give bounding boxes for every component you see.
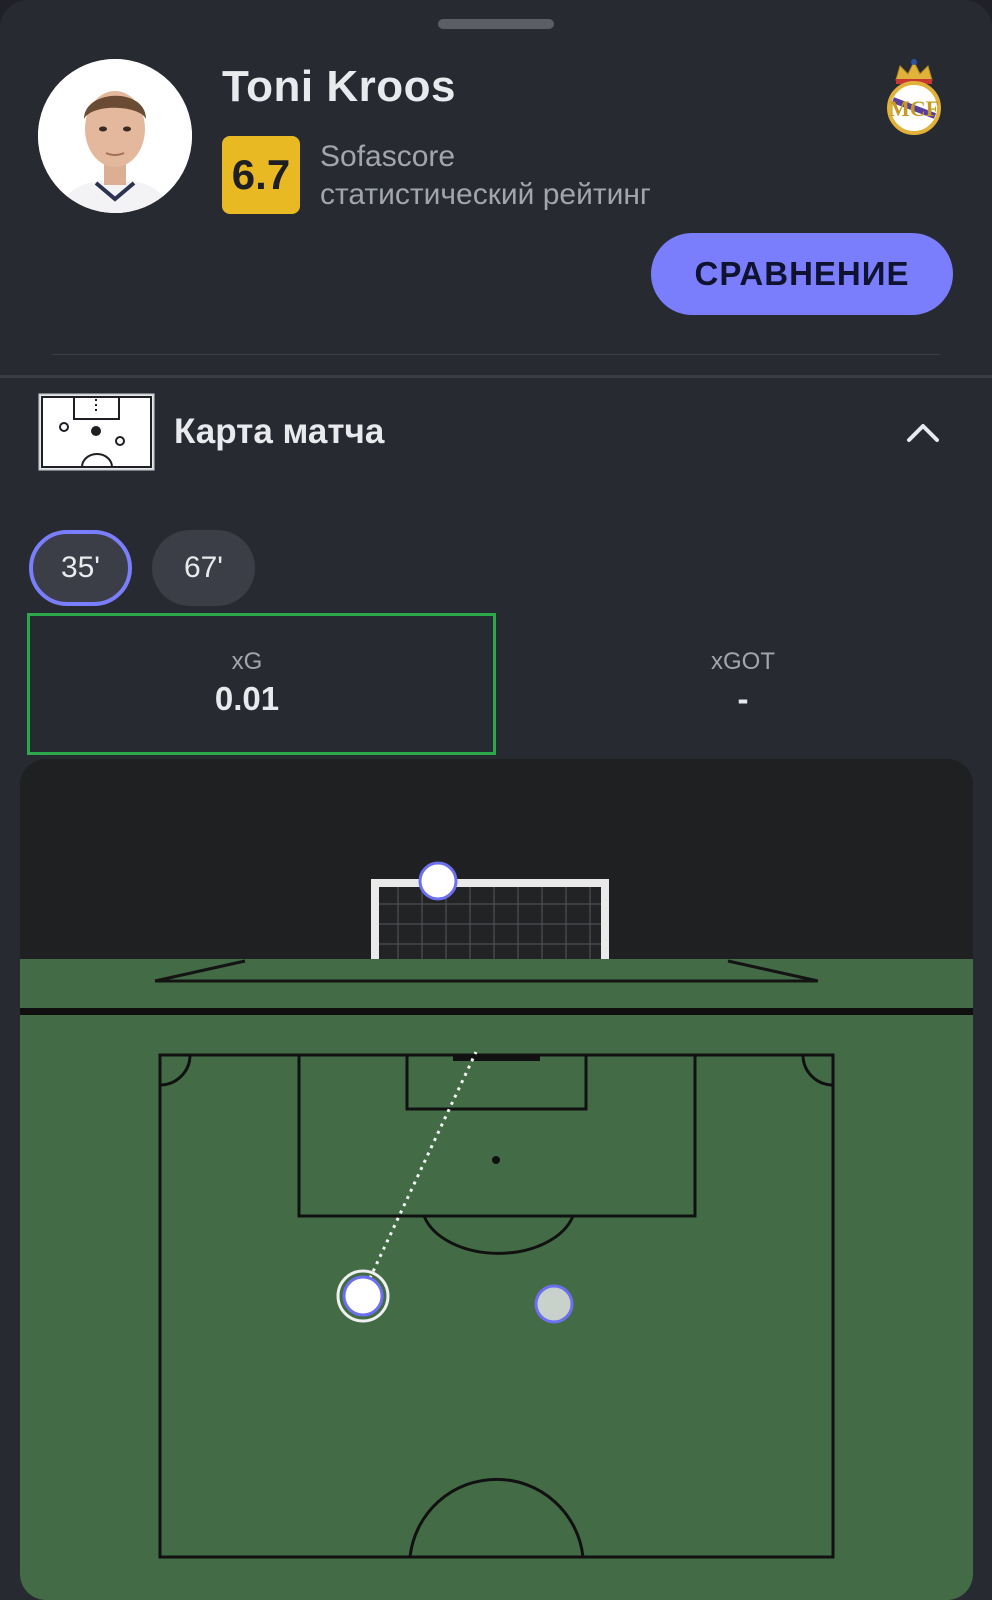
rating-badge: 6.7	[222, 136, 300, 214]
player-sheet: Toni Kroos 6.7 Sofascore статистический …	[0, 0, 992, 1600]
pitch-graphic	[20, 759, 973, 1600]
goal-frame	[371, 879, 609, 960]
xg-value: 0.01	[214, 680, 280, 717]
rating-source: Sofascore	[320, 140, 456, 173]
chevron-up-icon[interactable]	[906, 420, 940, 444]
player-avatar	[38, 59, 192, 213]
divider	[52, 354, 940, 355]
shot-end-marker	[418, 861, 458, 901]
pitch-map-icon	[38, 393, 155, 471]
rating-description: статистический рейтинг	[320, 178, 651, 211]
shot-marker	[534, 1284, 574, 1324]
xg-label: xG	[231, 648, 263, 675]
player-photo	[38, 59, 192, 213]
divider	[0, 375, 992, 378]
svg-text:MCF: MCF	[889, 96, 939, 121]
drag-handle[interactable]	[438, 19, 554, 29]
xgot-value: -	[737, 680, 749, 717]
xgot-label: xGOT	[711, 648, 775, 675]
real-madrid-crest-icon: MCF	[887, 59, 941, 135]
compare-button[interactable]: СРАВНЕНИЕ	[651, 233, 953, 315]
shot-chip-67[interactable]: 67'	[152, 530, 255, 606]
shot-chip-35[interactable]: 35'	[29, 530, 132, 606]
player-name: Toni Kroos	[222, 62, 456, 111]
shot-map	[20, 759, 973, 1600]
section-title: Карта матча	[174, 412, 385, 451]
shot-marker-selected	[342, 1275, 384, 1317]
